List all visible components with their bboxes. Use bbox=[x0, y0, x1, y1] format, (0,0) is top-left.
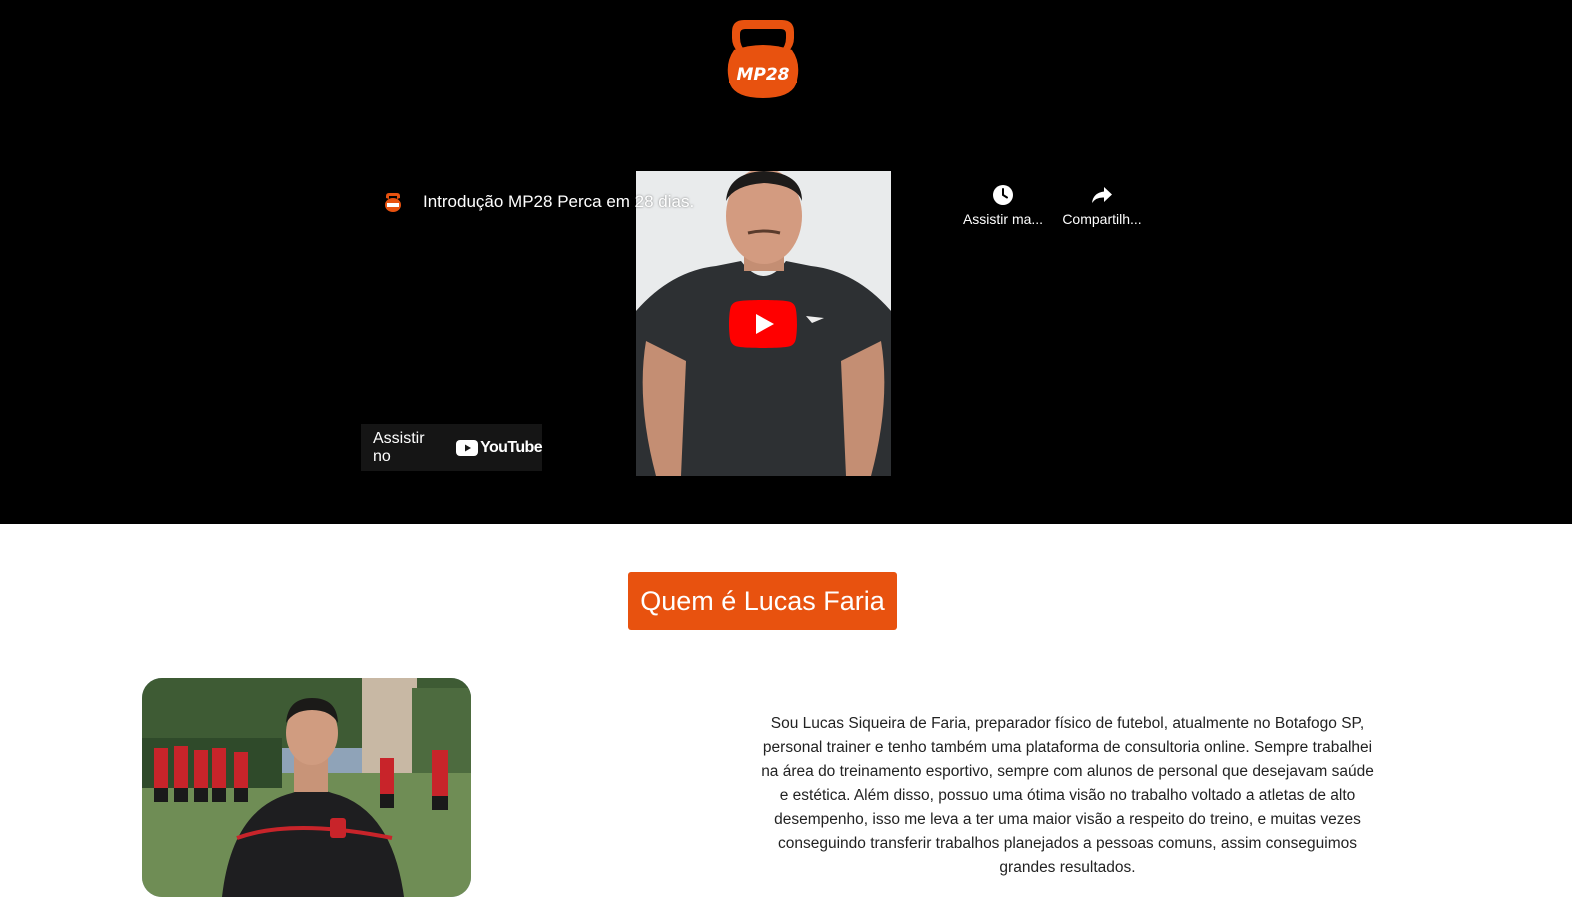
video-title[interactable]: Introdução MP28 Perca em 28 dias. bbox=[423, 192, 694, 212]
mp28-logo[interactable]: MP28 bbox=[722, 18, 804, 100]
youtube-logo: YouTube bbox=[456, 438, 543, 457]
share-label: Compartilh... bbox=[1062, 211, 1142, 227]
lucas-faria-photo bbox=[142, 678, 471, 897]
about-bio-text: Sou Lucas Siqueira de Faria, preparador … bbox=[761, 715, 1374, 876]
share-icon bbox=[1092, 187, 1112, 203]
youtube-embed[interactable]: Introdução MP28 Perca em 28 dias. Assist… bbox=[361, 171, 1143, 476]
watch-on-youtube-link[interactable]: Assistir no YouTube bbox=[361, 424, 543, 471]
share-button[interactable]: Compartilh... bbox=[1057, 183, 1147, 227]
youtube-logo-icon bbox=[456, 439, 479, 456]
watch-later-button[interactable]: Assistir ma... bbox=[958, 183, 1048, 227]
play-button[interactable] bbox=[729, 300, 797, 348]
athlete-photo-image bbox=[142, 678, 471, 897]
clock-icon bbox=[993, 185, 1013, 205]
kettlebell-logo-icon: MP28 bbox=[727, 20, 799, 98]
about-heading-button[interactable]: Quem é Lucas Faria bbox=[628, 572, 897, 630]
channel-avatar[interactable] bbox=[379, 188, 407, 216]
youtube-wordmark: YouTube bbox=[480, 438, 542, 456]
hero-section: MP28 Introdução MP28 Perca em 28 dias. A… bbox=[0, 0, 1572, 524]
mp28-kettlebell-icon bbox=[379, 188, 407, 216]
youtube-play-icon bbox=[729, 300, 797, 348]
watch-later-label: Assistir ma... bbox=[962, 211, 1044, 227]
svg-text:MP28: MP28 bbox=[736, 65, 789, 85]
watch-on-label: Assistir no bbox=[373, 429, 425, 465]
